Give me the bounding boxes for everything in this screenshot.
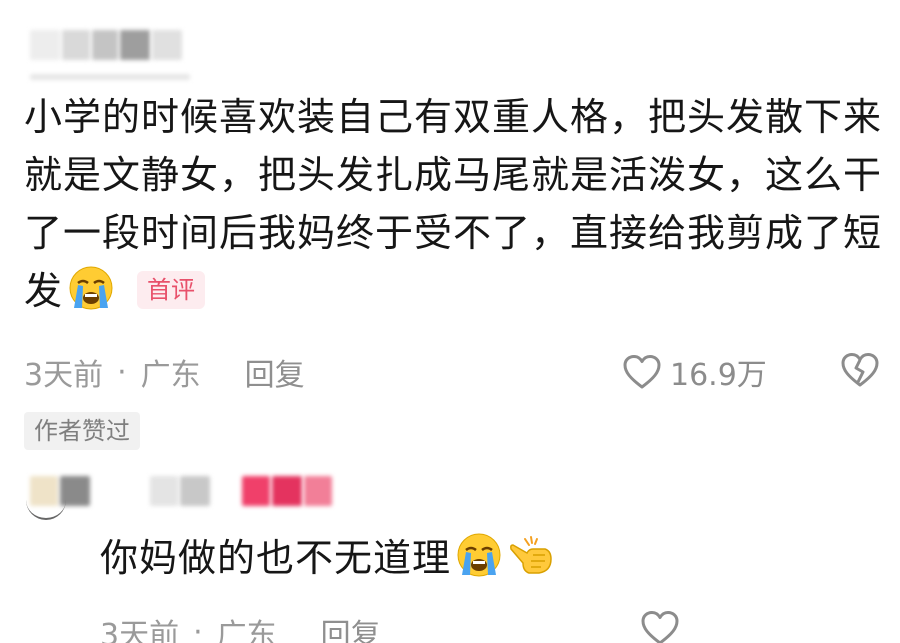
reply-like-button[interactable] xyxy=(640,610,688,643)
comment-location: 广东 xyxy=(140,358,201,393)
like-count: 16.9万 xyxy=(670,358,767,393)
backhand-index-pointing-left-icon xyxy=(507,531,555,579)
author-liked-tag: 作者赞过 xyxy=(24,412,140,450)
reply-location: 广东 xyxy=(216,618,277,643)
meta-separator: · xyxy=(117,354,127,390)
first-comment-badge: 首评 xyxy=(137,271,206,309)
reply-body: 你妈做的也不无道理 xyxy=(100,530,555,586)
avatar[interactable] xyxy=(26,478,66,520)
comment-meta: 3天前 · 广东 回复 xyxy=(24,350,305,394)
broken-heart-icon xyxy=(841,353,879,387)
comment-time: 3天前 xyxy=(24,358,104,393)
meta-separator: · xyxy=(193,614,203,643)
heart-outline-icon xyxy=(623,355,661,389)
reply-meta: 3天前 · 广东 回复 xyxy=(100,610,381,643)
reply-reply-button[interactable]: 回复 xyxy=(321,610,381,643)
like-button[interactable]: 16.9万 xyxy=(622,350,767,394)
comment-body: 小学的时候喜欢装自己有双重人格，把头发散下来就是文静女，把头发扎成马尾就是活泼女… xyxy=(24,88,884,320)
reply-button[interactable]: 回复 xyxy=(245,350,305,394)
heart-outline-icon xyxy=(641,611,679,643)
loudly-crying-face-icon xyxy=(67,264,115,312)
loudly-crying-face-icon xyxy=(455,531,503,579)
dislike-button[interactable] xyxy=(840,352,880,392)
reply-text: 你妈做的也不无道理 xyxy=(100,536,452,580)
comment-thread: 小学的时候喜欢装自己有双重人格，把头发散下来就是文静女，把头发扎成马尾就是活泼女… xyxy=(0,0,900,643)
reply-time: 3天前 xyxy=(100,618,180,643)
